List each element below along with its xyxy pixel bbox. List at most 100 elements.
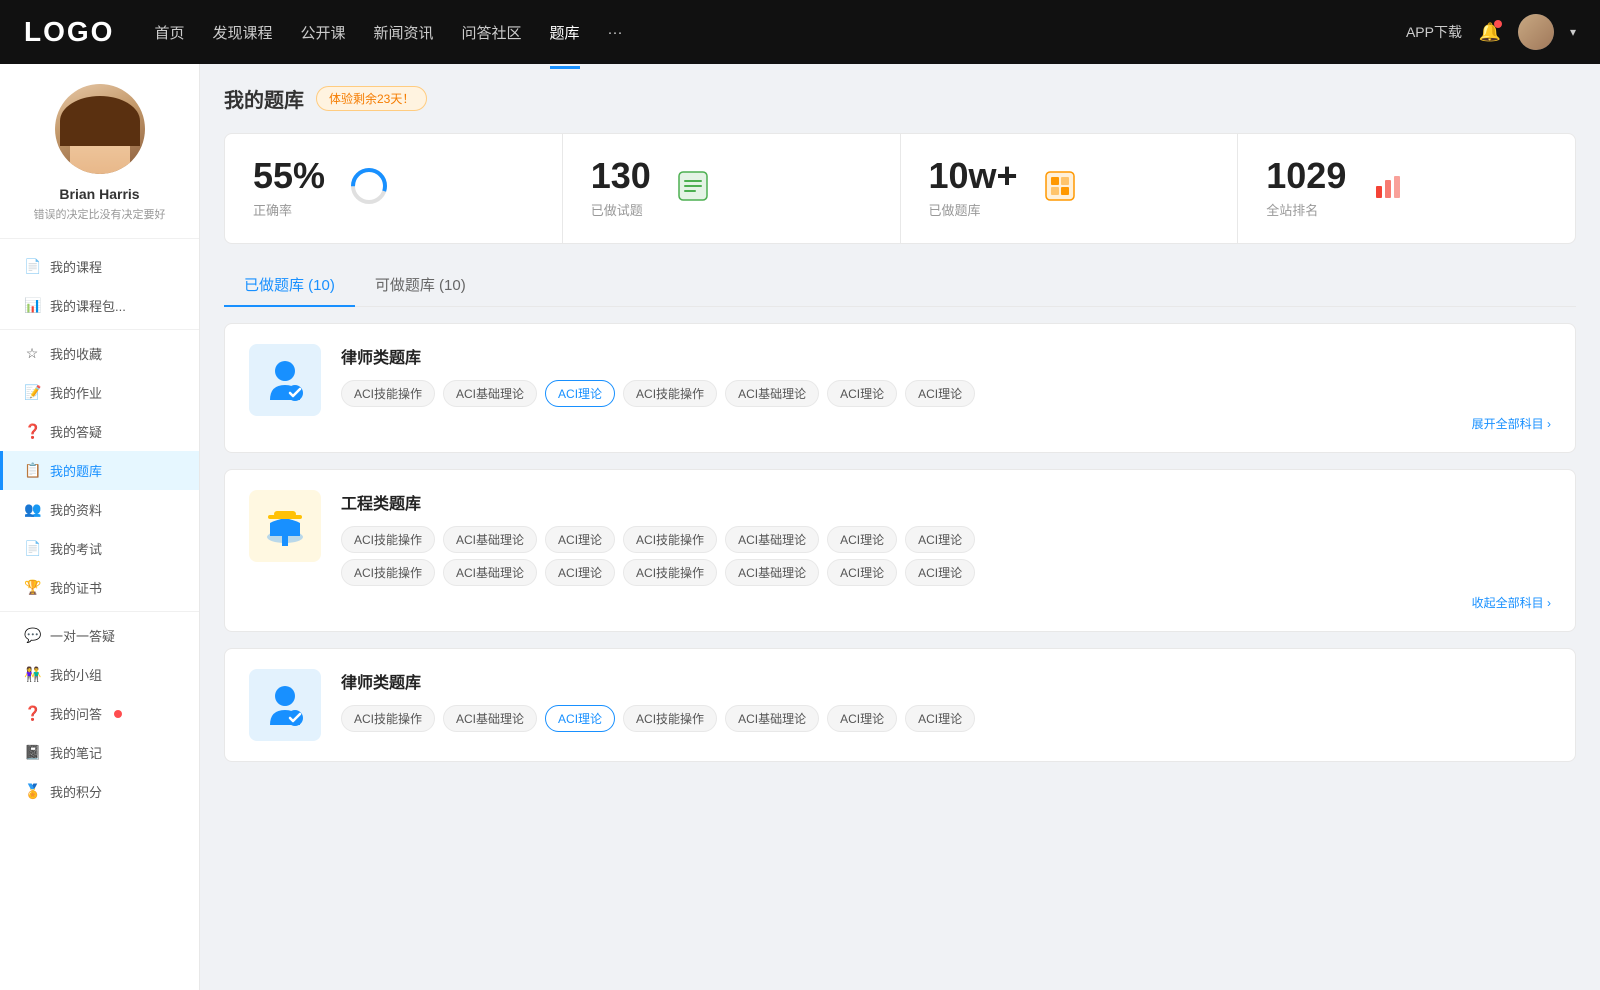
tab-done[interactable]: 已做题库 (10) [224, 264, 355, 307]
tag[interactable]: ACI技能操作 [623, 705, 717, 732]
tag[interactable]: ACI理论 [905, 380, 975, 407]
logo: LOGO [24, 16, 114, 48]
tag[interactable]: ACI理论 [545, 526, 615, 553]
nav-home[interactable]: 首页 [154, 18, 184, 47]
expand-link-1[interactable]: 展开全部科目 › [341, 415, 1551, 432]
material-icon: 👥 [24, 501, 40, 518]
nav-qa[interactable]: 问答社区 [462, 18, 522, 47]
tag[interactable]: ACI理论 [827, 380, 897, 407]
tag[interactable]: ACI理论 [905, 526, 975, 553]
tag[interactable]: ACI基础理论 [725, 526, 819, 553]
tag-active[interactable]: ACI理论 [545, 705, 615, 732]
notes-icon: 📓 [24, 744, 40, 761]
favorites-icon: ☆ [24, 345, 40, 362]
bank-card-body-1: 律师类题库 ACI技能操作 ACI基础理论 ACI理论 ACI技能操作 ACI基… [341, 344, 1551, 432]
tag[interactable]: ACI理论 [827, 526, 897, 553]
tag[interactable]: ACI理论 [905, 559, 975, 586]
stat-accuracy: 55% 正确率 [225, 134, 563, 243]
sidebar-item-qa[interactable]: ❓ 我的答疑 [0, 412, 199, 451]
sidebar-item-material[interactable]: 👥 我的资料 [0, 490, 199, 529]
sidebar-item-points[interactable]: 🏅 我的积分 [0, 772, 199, 811]
sidebar-item-exam[interactable]: 📄 我的考试 [0, 529, 199, 568]
bank-tags-3: ACI技能操作 ACI基础理论 ACI理论 ACI技能操作 ACI基础理论 AC… [341, 705, 1551, 732]
tag[interactable]: ACI理论 [827, 705, 897, 732]
sidebar-item-label: 我的课程包... [50, 296, 126, 315]
tag[interactable]: ACI理论 [827, 559, 897, 586]
tag[interactable]: ACI技能操作 [341, 526, 435, 553]
sidebar-item-label: 我的问答 [50, 704, 102, 723]
tag[interactable]: ACI技能操作 [623, 380, 717, 407]
sidebar-item-bank[interactable]: 📋 我的题库 [0, 451, 199, 490]
tag[interactable]: ACI技能操作 [341, 380, 435, 407]
nav-more[interactable]: ··· [608, 20, 623, 45]
exam-icon: 📄 [24, 540, 40, 557]
navbar-right: APP下载 🔔 ▾ [1406, 14, 1576, 50]
sidebar-item-cert[interactable]: 🏆 我的证书 [0, 568, 199, 607]
nav-discover[interactable]: 发现课程 [212, 18, 272, 47]
bank-tags-2-row2: ACI技能操作 ACI基础理论 ACI理论 ACI技能操作 ACI基础理论 AC… [341, 559, 1551, 586]
tag[interactable]: ACI基础理论 [443, 705, 537, 732]
stat-accuracy-body: 55% 正确率 [253, 158, 325, 219]
stat-accuracy-value: 55% [253, 158, 325, 194]
1on1-icon: 💬 [24, 627, 40, 644]
course-pack-icon: 📊 [24, 297, 40, 314]
stat-done-banks-body: 10w+ 已做题库 [929, 158, 1018, 219]
menu-divider-2 [0, 611, 199, 612]
bank-card-engineer: 工程类题库 ACI技能操作 ACI基础理论 ACI理论 ACI技能操作 ACI基… [224, 469, 1576, 632]
questions-badge [114, 710, 122, 718]
trial-badge: 体验剩余23天！ [316, 86, 427, 111]
page-title: 我的题库 [224, 84, 304, 113]
list-icon [675, 168, 711, 209]
nav-public[interactable]: 公开课 [300, 18, 345, 47]
collapse-link-2[interactable]: 收起全部科目 › [341, 594, 1551, 611]
stat-done-banks-label: 已做题库 [929, 200, 1018, 219]
stat-done-questions: 130 已做试题 [563, 134, 901, 243]
tag[interactable]: ACI技能操作 [341, 559, 435, 586]
engineer-icon [249, 490, 321, 562]
stat-accuracy-label: 正确率 [253, 200, 325, 219]
points-icon: 🏅 [24, 783, 40, 800]
bar-chart-icon [1370, 168, 1406, 209]
tag[interactable]: ACI基础理论 [443, 559, 537, 586]
main-layout: Brian Harris 错误的决定比没有决定要好 📄 我的课程 📊 我的课程包… [0, 64, 1600, 990]
sidebar-item-label: 我的证书 [50, 578, 102, 597]
nav-bank[interactable]: 题库 [550, 18, 580, 47]
sidebar-item-course-pack[interactable]: 📊 我的课程包... [0, 286, 199, 325]
stat-rank: 1029 全站排名 [1238, 134, 1575, 243]
bank-card-lawyer-1: 律师类题库 ACI技能操作 ACI基础理论 ACI理论 ACI技能操作 ACI基… [224, 323, 1576, 453]
tag[interactable]: ACI基础理论 [725, 380, 819, 407]
tag[interactable]: ACI理论 [905, 705, 975, 732]
lawyer-icon [249, 344, 321, 416]
qa-icon: ❓ [24, 423, 40, 440]
tag-active[interactable]: ACI理论 [545, 380, 615, 407]
sidebar-item-group[interactable]: 👫 我的小组 [0, 655, 199, 694]
sidebar-item-questions[interactable]: ❓ 我的问答 [0, 694, 199, 733]
tag[interactable]: ACI技能操作 [341, 705, 435, 732]
sidebar-item-label: 一对一答疑 [50, 626, 115, 645]
navbar: LOGO 首页 发现课程 公开课 新闻资讯 问答社区 题库 ··· APP下载 … [0, 0, 1600, 64]
group-icon: 👫 [24, 666, 40, 683]
stat-done-questions-label: 已做试题 [591, 200, 651, 219]
sidebar-item-homework[interactable]: 📝 我的作业 [0, 373, 199, 412]
notification-bell[interactable]: 🔔 [1478, 20, 1502, 44]
sidebar-item-favorites[interactable]: ☆ 我的收藏 [0, 334, 199, 373]
sidebar-item-1on1[interactable]: 💬 一对一答疑 [0, 616, 199, 655]
app-download-button[interactable]: APP下载 [1406, 22, 1462, 42]
tag[interactable]: ACI基础理论 [443, 380, 537, 407]
tag[interactable]: ACI基础理论 [443, 526, 537, 553]
sidebar-item-label: 我的作业 [50, 383, 102, 402]
notification-dot [1494, 20, 1502, 28]
sidebar-item-notes[interactable]: 📓 我的笔记 [0, 733, 199, 772]
sidebar-item-course[interactable]: 📄 我的课程 [0, 247, 199, 286]
stat-done-questions-body: 130 已做试题 [591, 158, 651, 219]
sidebar-item-label: 我的积分 [50, 782, 102, 801]
tag[interactable]: ACI基础理论 [725, 559, 819, 586]
user-dropdown-arrow[interactable]: ▾ [1570, 25, 1576, 39]
user-avatar-nav[interactable] [1518, 14, 1554, 50]
nav-news[interactable]: 新闻资讯 [374, 18, 434, 47]
tag[interactable]: ACI技能操作 [623, 526, 717, 553]
tag[interactable]: ACI技能操作 [623, 559, 717, 586]
tag[interactable]: ACI理论 [545, 559, 615, 586]
tab-todo[interactable]: 可做题库 (10) [355, 264, 486, 307]
tag[interactable]: ACI基础理论 [725, 705, 819, 732]
